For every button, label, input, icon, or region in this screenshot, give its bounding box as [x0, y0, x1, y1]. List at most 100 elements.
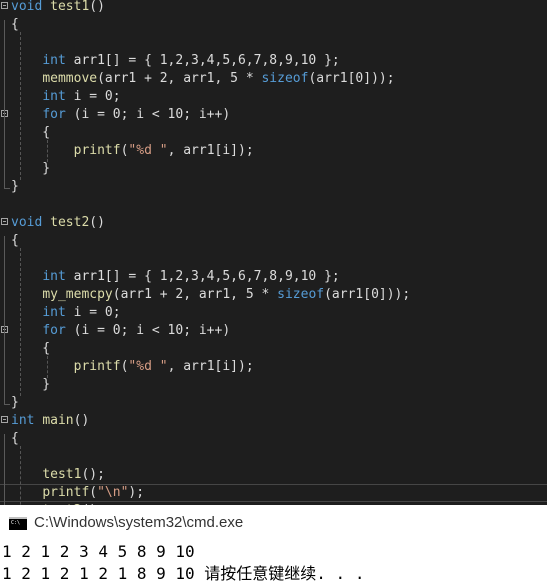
fold-toggle-icon[interactable]: [1, 2, 8, 9]
gutter: [0, 142, 11, 160]
code-line[interactable]: int i = 0;: [0, 88, 547, 106]
fold-toggle-icon[interactable]: [1, 218, 8, 225]
code-token: }: [11, 161, 51, 176]
code-text: {: [11, 340, 50, 358]
code-token: (arr1 + 2, arr1, 5 *: [97, 71, 262, 86]
collapse-guide-end: [4, 404, 10, 405]
code-text: {: [11, 124, 50, 142]
gutter: [0, 52, 11, 70]
code-token: sizeof: [277, 287, 325, 302]
code-line[interactable]: {: [0, 16, 547, 34]
code-line[interactable]: void test2(): [0, 214, 547, 232]
code-line[interactable]: test1();: [0, 466, 547, 484]
code-token: int: [42, 305, 66, 320]
code-token: "\n": [97, 485, 129, 500]
gutter: [0, 34, 11, 52]
code-token: (arr1[0]));: [324, 287, 411, 302]
collapse-guide: [4, 434, 5, 505]
code-text: int main(): [11, 412, 89, 430]
code-line[interactable]: my_memcpy(arr1 + 2, arr1, 5 * sizeof(arr…: [0, 286, 547, 304]
code-token: }: [11, 395, 19, 410]
code-line[interactable]: int i = 0;: [0, 304, 547, 322]
code-token: );: [128, 485, 145, 500]
code-token: memmove: [42, 71, 98, 86]
code-line[interactable]: [0, 196, 547, 214]
code-text: test1();: [11, 466, 105, 484]
code-text: }: [11, 160, 50, 178]
code-line[interactable]: {: [0, 124, 547, 142]
cmd-icon: [9, 517, 27, 530]
code-text: printf("\n");: [11, 485, 144, 501]
fold-toggle-icon[interactable]: [1, 416, 8, 423]
gutter: [0, 286, 11, 304]
code-token: sizeof: [261, 71, 309, 86]
code-line[interactable]: int arr1[] = { 1,2,3,4,5,6,7,8,9,10 };: [0, 52, 547, 70]
code-token: test2: [50, 215, 90, 230]
code-text: {: [11, 16, 19, 34]
gutter: [0, 466, 11, 484]
console-window[interactable]: C:\Windows\system32\cmd.exe 1 2 1 2 3 4 …: [0, 505, 547, 587]
code-token: {: [11, 341, 51, 356]
gutter: [0, 322, 11, 340]
code-token: (i = 0; i < 10; i++): [65, 107, 231, 122]
code-text: void test1(): [11, 0, 105, 16]
code-token: test1: [42, 467, 82, 482]
gutter: [0, 430, 11, 448]
code-line[interactable]: [0, 250, 547, 268]
code-line[interactable]: printf("%d ", arr1[i]);: [0, 142, 547, 160]
code-line[interactable]: [0, 448, 547, 466]
code-token: {: [11, 431, 19, 446]
code-line[interactable]: {: [0, 232, 547, 250]
code-token: (): [89, 0, 105, 14]
console-titlebar[interactable]: C:\Windows\system32\cmd.exe: [0, 505, 547, 541]
code-editor[interactable]: void test1(){ int arr1[] = { 1,2,3,4,5,6…: [0, 0, 547, 505]
code-token: void: [11, 215, 43, 230]
code-token: {: [11, 125, 51, 140]
code-line[interactable]: }: [0, 160, 547, 178]
console-output-line: 1 2 1 2 1 2 1 8 9 10 请按任意键继续. . .: [2, 564, 365, 583]
code-token: }: [11, 377, 51, 392]
code-text: int arr1[] = { 1,2,3,4,5,6,7,8,9,10 };: [11, 268, 339, 286]
gutter: [0, 106, 11, 124]
code-token: main: [42, 413, 74, 428]
code-token: arr1[] = { 1,2,3,4,5,6,7,8,9,10 };: [65, 53, 340, 68]
code-line[interactable]: {: [0, 340, 547, 358]
code-line[interactable]: printf("\n");: [0, 484, 547, 502]
gutter: [0, 88, 11, 106]
code-text: void test2(): [11, 214, 105, 232]
code-token: }: [11, 179, 19, 194]
code-text: my_memcpy(arr1 + 2, arr1, 5 * sizeof(arr…: [11, 286, 410, 304]
code-line[interactable]: memmove(arr1 + 2, arr1, 5 * sizeof(arr1[…: [0, 70, 547, 88]
code-token: int: [11, 413, 35, 428]
code-text: int i = 0;: [11, 304, 121, 322]
gutter: [0, 250, 11, 268]
code-token: int: [42, 53, 66, 68]
gutter: [0, 376, 11, 394]
code-line[interactable]: for (i = 0; i < 10; i++): [0, 106, 547, 124]
gutter: [0, 124, 11, 142]
code-line[interactable]: for (i = 0; i < 10; i++): [0, 322, 547, 340]
code-token: i = 0;: [65, 305, 121, 320]
code-token: printf: [42, 485, 90, 500]
code-line[interactable]: int arr1[] = { 1,2,3,4,5,6,7,8,9,10 };: [0, 268, 547, 286]
code-line[interactable]: }: [0, 394, 547, 412]
console-title: C:\Windows\system32\cmd.exe: [34, 514, 244, 531]
code-token: (arr1 + 2, arr1, 5 *: [112, 287, 278, 302]
code-line[interactable]: [0, 34, 547, 52]
gutter: [0, 178, 11, 196]
code-token: "%d ": [128, 143, 168, 158]
code-line[interactable]: {: [0, 430, 547, 448]
code-line[interactable]: }: [0, 376, 547, 394]
console-output: 1 2 1 2 3 4 5 8 9 10 1 2 1 2 1 2 1 8 9 1…: [0, 541, 547, 587]
code-line[interactable]: printf("%d ", arr1[i]);: [0, 358, 547, 376]
code-line[interactable]: int main(): [0, 412, 547, 430]
code-line[interactable]: void test1(): [0, 0, 547, 16]
code-line[interactable]: }: [0, 178, 547, 196]
